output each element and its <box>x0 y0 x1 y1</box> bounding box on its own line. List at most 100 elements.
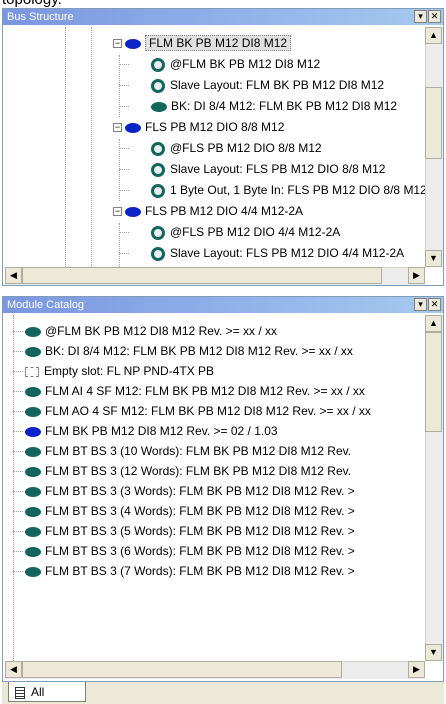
catalog-item[interactable]: FLM AO 4 SF M12: FLM BK PB M12 DI8 M12 R… <box>25 401 371 421</box>
catalog-item[interactable]: FLM AI 4 SF M12: FLM BK PB M12 DI8 M12 R… <box>25 381 365 401</box>
catalog-item-label: FLM BK PB M12 DI8 M12 Rev. >= 02 / 1.03 <box>45 424 278 438</box>
tree-node[interactable]: Slave Layout: FLM BK PB M12 DI8 M12 <box>151 75 384 96</box>
blue-module-icon <box>125 38 141 49</box>
catalog-item[interactable]: FLM BT BS 3 (7 Words): FLM BK PB M12 DI8… <box>25 561 355 581</box>
bus-structure-title: Bus Structure <box>7 11 74 23</box>
catalog-item-label: FLM BT BS 3 (4 Words): FLM BK PB M12 DI8… <box>45 504 355 518</box>
blue-module-icon <box>25 426 41 437</box>
blue-module-icon <box>125 206 141 217</box>
tree-node-label: Slave Layout: FLS PB M12 DIO 8/8 M12 <box>170 162 386 176</box>
close-icon[interactable]: ✕ <box>428 298 441 311</box>
catalog-item-label: FLM BT BS 3 (6 Words): FLM BK PB M12 DI8… <box>45 544 355 558</box>
teal-module-icon <box>25 566 41 577</box>
catalog-horizontal-scrollbar[interactable]: ◀ ▶ <box>5 661 425 679</box>
catalog-item[interactable]: FLM BT BS 3 (12 Words): FLM BK PB M12 DI… <box>25 461 351 481</box>
scroll-thumb[interactable] <box>425 87 442 159</box>
catalog-tabstrip: All <box>2 682 444 704</box>
tree-node-label: Slave Layout: FLS PB M12 DIO 4/4 M12-2A <box>170 246 405 260</box>
teal-module-icon <box>25 486 41 497</box>
catalog-item[interactable]: FLM BT BS 3 (10 Words): FLM BK PB M12 DI… <box>25 441 351 461</box>
tree-node[interactable]: @FLS PB M12 DIO 8/8 M12 <box>151 138 322 159</box>
tree-node-label: FLS PB M12 DIO 8/8 M12 <box>145 120 285 134</box>
tree-node-label: FLS PB M12 DIO 4/4 M12-2A <box>145 204 304 218</box>
catalog-item[interactable]: FLM BT BS 3 (3 Words): FLM BK PB M12 DI8… <box>25 481 355 501</box>
bus-structure-panel: Bus Structure ▾ ✕ − FLM BK PB M12 DI8 M12… <box>2 8 444 286</box>
module-catalog-list: @FLM BK PB M12 DI8 M12 Rev. >= xx / xx BK… <box>5 315 425 661</box>
tree-node[interactable]: @FLS PB M12 DIO 4/4 M12-2A <box>151 222 340 243</box>
blue-module-icon <box>125 122 141 133</box>
catalog-item[interactable]: FLM BT BS 3 (6 Words): FLM BK PB M12 DI8… <box>25 541 355 561</box>
tree-node-label: BK: DI 8/4 M12: FLM BK PB M12 DI8 M12 <box>171 99 398 113</box>
catalog-item-label: Empty slot: FL NP PND-4TX PB <box>44 364 215 378</box>
scroll-thumb-horizontal[interactable] <box>22 661 342 678</box>
tab-all[interactable]: All <box>8 682 86 702</box>
tree-node-label: Slave Layout: FLM BK PB M12 DI8 M12 <box>170 78 385 92</box>
teal-module-icon <box>25 546 41 557</box>
empty-slot-icon <box>25 366 39 377</box>
catalog-item-label: @FLM BK PB M12 DI8 M12 Rev. >= xx / xx <box>45 324 278 338</box>
device-ring-icon <box>151 162 165 177</box>
tree-node-label: @FLM BK PB M12 DI8 M12 <box>170 57 321 71</box>
catalog-item[interactable]: FLM BT BS 3 (5 Words): FLM BK PB M12 DI8… <box>25 521 355 541</box>
document-icon <box>15 686 25 699</box>
bus-structure-titlebar: Bus Structure ▾ ✕ <box>3 9 443 25</box>
tree-node[interactable]: BK: DI 8/4 M12: FLM BK PB M12 DI8 M12 <box>151 96 397 117</box>
scroll-left-button[interactable]: ◀ <box>5 267 22 284</box>
device-ring-icon <box>151 78 165 93</box>
tree-node[interactable]: Slave Layout: FLS PB M12 DIO 4/4 M12-2A <box>151 243 404 264</box>
tree-node-label: @FLS PB M12 DIO 4/4 M12-2A <box>170 225 341 239</box>
scroll-left-button[interactable]: ◀ <box>5 661 22 678</box>
scroll-thumb[interactable] <box>425 332 442 432</box>
tree-node[interactable]: @FLM BK PB M12 DI8 M12 <box>151 54 320 75</box>
device-ring-icon <box>151 225 165 240</box>
teal-module-icon <box>25 326 41 337</box>
module-catalog-titlebar: Module Catalog ▾ ✕ <box>3 297 443 313</box>
teal-module-icon <box>25 526 41 537</box>
tree-collapse-toggle[interactable]: − <box>113 123 122 132</box>
device-ring-icon <box>151 183 165 198</box>
pin-icon[interactable]: ▾ <box>414 298 427 311</box>
catalog-item[interactable]: FLM BK PB M12 DI8 M12 Rev. >= 02 / 1.03 <box>25 421 278 441</box>
teal-module-icon <box>25 386 41 397</box>
tree-node-label: FLM BK PB M12 DI8 M12 <box>145 35 292 51</box>
catalog-item-label: FLM BT BS 3 (12 Words): FLM BK PB M12 DI… <box>45 464 352 478</box>
teal-module-icon <box>25 406 41 417</box>
teal-module-icon <box>151 101 167 112</box>
teal-module-icon <box>25 446 41 457</box>
tree-node[interactable]: Slave Layout: FLS PB M12 DIO 8/8 M12 <box>151 159 385 180</box>
catalog-item[interactable]: Empty slot: FL NP PND-4TX PB <box>25 361 214 381</box>
scroll-up-button[interactable]: ▲ <box>425 315 442 332</box>
catalog-item-label: FLM BT BS 3 (7 Words): FLM BK PB M12 DI8… <box>45 564 355 578</box>
catalog-vertical-scrollbar[interactable]: ▲ ▼ <box>425 315 443 661</box>
tree-node[interactable]: 1 Byte Out, 1 Byte In: FLS PB M12 DIO 8/… <box>151 180 425 201</box>
scroll-thumb-horizontal[interactable] <box>22 267 382 284</box>
catalog-item-label: FLM BT BS 3 (3 Words): FLM BK PB M12 DI8… <box>45 484 355 498</box>
bus-vertical-scrollbar[interactable]: ▲ ▼ <box>425 27 443 267</box>
close-icon[interactable]: ✕ <box>428 10 441 23</box>
catalog-item-label: FLM BT BS 3 (10 Words): FLM BK PB M12 DI… <box>45 444 352 458</box>
tree-node[interactable]: FLS PB M12 DIO 8/8 M12 <box>125 117 284 138</box>
teal-module-icon <box>25 466 41 477</box>
catalog-item-label: FLM BT BS 3 (5 Words): FLM BK PB M12 DI8… <box>45 524 355 538</box>
scroll-down-button[interactable]: ▼ <box>425 644 442 661</box>
device-ring-icon <box>151 57 165 72</box>
tree-collapse-toggle[interactable]: − <box>113 39 122 48</box>
module-catalog-title: Module Catalog <box>7 299 85 311</box>
teal-module-icon <box>25 506 41 517</box>
scroll-down-button[interactable]: ▼ <box>425 250 442 267</box>
pin-icon[interactable]: ▾ <box>414 10 427 23</box>
tree-node-label: 1 Byte Out, 1 Byte In: FLS PB M12 DIO 8/… <box>170 183 425 197</box>
bus-horizontal-scrollbar[interactable]: ◀ ▶ <box>5 267 425 285</box>
catalog-item-label: BK: DI 8/4 M12: FLM BK PB M12 DI8 M12 Re… <box>45 344 353 358</box>
scroll-up-button[interactable]: ▲ <box>425 27 442 44</box>
catalog-item[interactable]: BK: DI 8/4 M12: FLM BK PB M12 DI8 M12 Re… <box>25 341 353 361</box>
scroll-right-button[interactable]: ▶ <box>408 267 425 284</box>
module-catalog-panel: Module Catalog ▾ ✕ @FLM BK PB M12 DI8 M1… <box>2 296 444 682</box>
catalog-item[interactable]: @FLM BK PB M12 DI8 M12 Rev. >= xx / xx <box>25 321 277 341</box>
bus-structure-tree: − FLM BK PB M12 DI8 M12 @FLM BK PB M12 DI8… <box>5 27 425 267</box>
tree-node[interactable]: FLM BK PB M12 DI8 M12 <box>125 33 292 54</box>
tree-collapse-toggle[interactable]: − <box>113 207 122 216</box>
tree-node[interactable]: FLS PB M12 DIO 4/4 M12-2A <box>125 201 303 222</box>
catalog-item[interactable]: FLM BT BS 3 (4 Words): FLM BK PB M12 DI8… <box>25 501 355 521</box>
scroll-right-button[interactable]: ▶ <box>408 661 425 678</box>
